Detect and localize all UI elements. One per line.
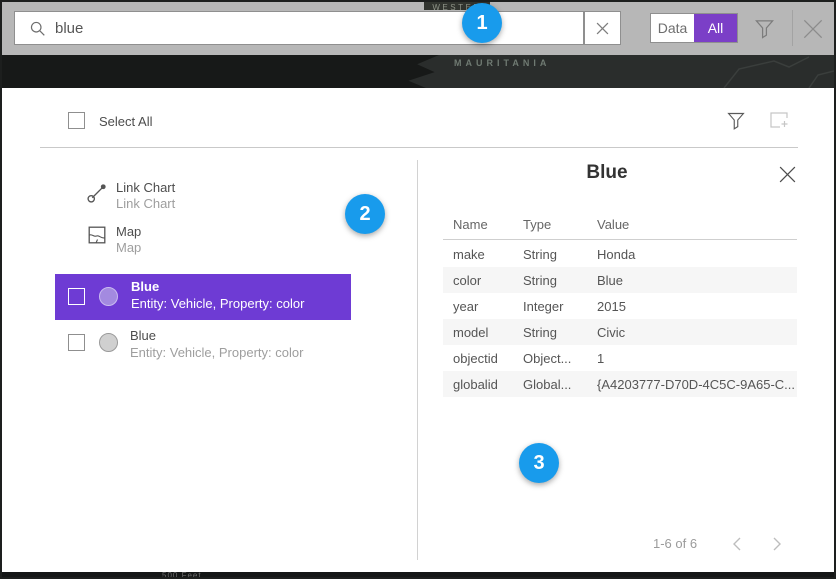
table-row[interactable]: globalid Global... {A4203777-D70D-4C5C-9… [443, 371, 797, 397]
search-overlay-screen: WESTER Data All MAURITANIA [0, 0, 836, 579]
cell-value: 2015 [597, 299, 797, 314]
select-all-checkbox[interactable] [68, 112, 85, 129]
select-all-label: Select All [99, 114, 152, 129]
map-label-mauritania: MAURITANIA [454, 58, 550, 68]
search-toolbar: WESTER Data All [2, 2, 834, 55]
entity-circle-icon [99, 287, 118, 306]
result-item-title[interactable]: Map [116, 224, 141, 239]
map-icon [88, 226, 106, 244]
map-bottom-strip: 500 Feet [2, 572, 834, 577]
result-item-selected[interactable]: Blue Entity: Vehicle, Property: color [55, 274, 351, 320]
detail-title: Blue [417, 162, 797, 184]
toolbar-close-icon[interactable] [800, 16, 826, 42]
segment-all[interactable]: All [694, 14, 737, 42]
search-results-panel: Select All Link Chart Link Chart Map Map… [2, 88, 834, 572]
result-item-subtitle: Entity: Vehicle, Property: color [131, 296, 304, 311]
cell-type: Object... [523, 351, 597, 366]
result-item-subtitle: Link Chart [116, 196, 175, 211]
cell-value: Civic [597, 325, 797, 340]
map-ocean-area [2, 55, 439, 88]
map-background-strip: MAURITANIA [2, 55, 834, 88]
table-row[interactable]: color String Blue [443, 267, 797, 293]
data-all-segmented-control: Data All [650, 13, 738, 43]
cell-name: globalid [453, 377, 523, 392]
result-checkbox[interactable] [68, 288, 85, 305]
cell-name: color [453, 273, 523, 288]
results-filter-icon[interactable] [726, 110, 746, 131]
callout-2: 2 [345, 194, 385, 234]
entity-circle-icon [99, 333, 118, 352]
callout-3: 3 [519, 443, 559, 483]
cell-type: Integer [523, 299, 597, 314]
panel-header-divider [40, 147, 798, 148]
cell-type: String [523, 273, 597, 288]
result-item-title[interactable]: Blue [130, 328, 156, 343]
detail-close-icon[interactable] [778, 165, 797, 184]
cell-name: make [453, 247, 523, 262]
link-chart-icon [86, 181, 109, 204]
column-header-name: Name [453, 217, 488, 232]
toolbar-filter-icon[interactable] [754, 17, 775, 40]
cell-type: Global... [523, 377, 597, 392]
cell-value: 1 [597, 351, 797, 366]
map-scale-text: 500 Feet [162, 572, 202, 577]
cell-type: String [523, 325, 597, 340]
result-item-subtitle: Entity: Vehicle, Property: color [130, 345, 303, 360]
map-border-lines [714, 55, 834, 88]
search-input[interactable] [55, 14, 505, 42]
pagination-label: 1-6 of 6 [653, 536, 697, 551]
table-row[interactable]: year Integer 2015 [443, 293, 797, 319]
cell-value: {A4203777-D70D-4C5C-9A65-C... [597, 377, 797, 392]
result-item-title: Blue [131, 279, 159, 294]
table-row[interactable]: objectid Object... 1 [443, 345, 797, 371]
pagination-next-icon[interactable] [772, 537, 782, 551]
column-header-value: Value [597, 217, 629, 232]
result-item-title[interactable]: Link Chart [116, 180, 175, 195]
table-header-divider [443, 239, 797, 240]
clear-x-icon [596, 22, 609, 35]
segment-data[interactable]: Data [651, 14, 694, 42]
cell-name: objectid [453, 351, 523, 366]
list-detail-divider [417, 160, 418, 560]
table-row[interactable]: model String Civic [443, 319, 797, 345]
pagination-prev-icon[interactable] [732, 537, 742, 551]
callout-1: 1 [462, 3, 502, 43]
cell-value: Honda [597, 247, 797, 262]
clear-search-button[interactable] [584, 11, 621, 45]
result-checkbox[interactable] [68, 334, 85, 351]
add-to-selection-icon[interactable] [768, 110, 791, 131]
cell-name: model [453, 325, 523, 340]
cell-type: String [523, 247, 597, 262]
result-item-subtitle: Map [116, 240, 141, 255]
column-header-type: Type [523, 217, 551, 232]
search-icon [29, 20, 46, 37]
cell-value: Blue [597, 273, 797, 288]
toolbar-divider [792, 10, 793, 46]
table-row[interactable]: make String Honda [443, 241, 797, 267]
cell-name: year [453, 299, 523, 314]
